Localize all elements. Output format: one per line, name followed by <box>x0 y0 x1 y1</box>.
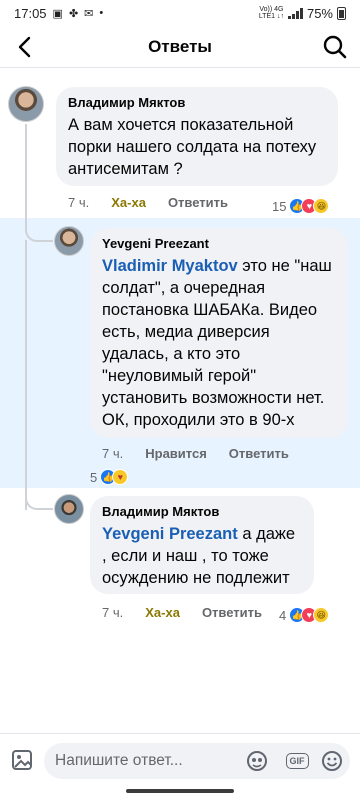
avatar[interactable] <box>54 494 84 524</box>
comment-text: Yevgeni Preezant а даже , если и наш , т… <box>102 523 302 589</box>
comment-body: это не "наш солдат", а очередная постано… <box>102 257 332 429</box>
mail-notification-icon: ✉ <box>84 7 94 20</box>
page-title: Ответы <box>148 36 212 56</box>
comment-author[interactable]: Yevgeni Preezant <box>102 236 336 252</box>
reply-button[interactable]: Ответить <box>202 605 262 620</box>
reaction-summary[interactable]: 4 👍 ♥ 😆 <box>279 607 330 623</box>
comment-text: А вам хочется показательной порки нашего… <box>68 116 317 178</box>
battery-percent: 75% <box>306 5 333 21</box>
comment-actions: 7 ч. Ха-ха Ответить <box>102 605 284 620</box>
status-bar: 17:05 ▣ ✤ ✉ • Vo)) 4G LTE1 ↓↑ 75% <box>0 0 360 26</box>
gif-icon: GIF <box>285 753 309 769</box>
reaction-count: 15 <box>272 198 287 214</box>
comment-actions: 7 ч. Нравится Ответить <box>102 446 311 461</box>
puzzle-notification-icon: ✤ <box>68 7 79 20</box>
image-notification-icon: ▣ <box>52 7 63 20</box>
avatar[interactable] <box>8 86 44 122</box>
status-time: 17:05 <box>14 5 47 21</box>
comment-author[interactable]: Владимир Мяктов <box>102 504 302 520</box>
haha-reaction-icon: 😆 <box>313 198 330 214</box>
signal-icon <box>287 7 303 19</box>
reply-button[interactable]: Ответить <box>168 195 228 210</box>
reply-input[interactable] <box>55 752 245 770</box>
gif-button[interactable]: GIF <box>284 749 310 773</box>
photo-icon <box>12 750 32 770</box>
reply-button[interactable]: Ответить <box>229 446 289 461</box>
mention-link[interactable]: Vladimir Myaktov <box>102 257 238 275</box>
search-button[interactable] <box>320 33 350 61</box>
emoji-icon <box>322 751 342 771</box>
reaction-summary[interactable]: 15 👍 ♥ 😆 <box>272 198 330 214</box>
comment-actions: 7 ч. Ха-ха Ответить <box>68 195 250 210</box>
comment-author[interactable]: Владимир Мяктов <box>68 95 326 111</box>
comment-bubble[interactable]: Владимир Мяктов Yevgeni Preezant а даже … <box>90 496 314 594</box>
reaction-summary[interactable]: 5 👍 ♥ <box>90 469 129 485</box>
thread-connector <box>25 124 53 242</box>
avatar[interactable] <box>54 226 84 256</box>
care-reaction-icon: ♥ <box>112 469 129 485</box>
reply-composer: GIF <box>0 733 360 785</box>
reaction-count: 4 <box>279 607 287 623</box>
comment-time[interactable]: 7 ч. <box>102 446 123 461</box>
reply-input-wrapper: GIF <box>44 743 350 779</box>
comment-bubble[interactable]: Владимир Мяктов А вам хочется показатель… <box>56 87 338 186</box>
search-icon <box>323 35 347 59</box>
haha-reaction-icon: 😆 <box>313 607 330 623</box>
network-label: Vo)) 4G LTE1 ↓↑ <box>258 6 284 20</box>
like-button[interactable]: Нравится <box>145 446 207 461</box>
dot-icon: • <box>99 7 104 19</box>
comment-text: Vladimir Myaktov это не "наш солдат", а … <box>102 255 336 431</box>
thread-connector <box>25 488 53 510</box>
reaction-count: 5 <box>90 469 98 485</box>
comment-time[interactable]: 7 ч. <box>102 605 123 620</box>
mention-link[interactable]: Yevgeni Preezant <box>102 525 238 543</box>
comment-time[interactable]: 7 ч. <box>68 195 89 210</box>
thread-line <box>25 240 27 510</box>
battery-icon <box>337 6 346 20</box>
comment-bubble[interactable]: Yevgeni Preezant Vladimir Myaktov это не… <box>90 228 348 438</box>
photo-button[interactable] <box>11 749 35 771</box>
back-button[interactable] <box>10 33 38 61</box>
gesture-handle[interactable] <box>126 789 234 793</box>
avatar-sticker-icon <box>247 751 267 771</box>
reaction-button[interactable]: Ха-ха <box>111 195 146 210</box>
chevron-left-icon <box>18 36 31 58</box>
app-header: Ответы <box>0 26 360 68</box>
emoji-button[interactable] <box>319 749 345 773</box>
reaction-button[interactable]: Ха-ха <box>145 605 180 620</box>
avatar-sticker-button[interactable] <box>244 749 270 773</box>
